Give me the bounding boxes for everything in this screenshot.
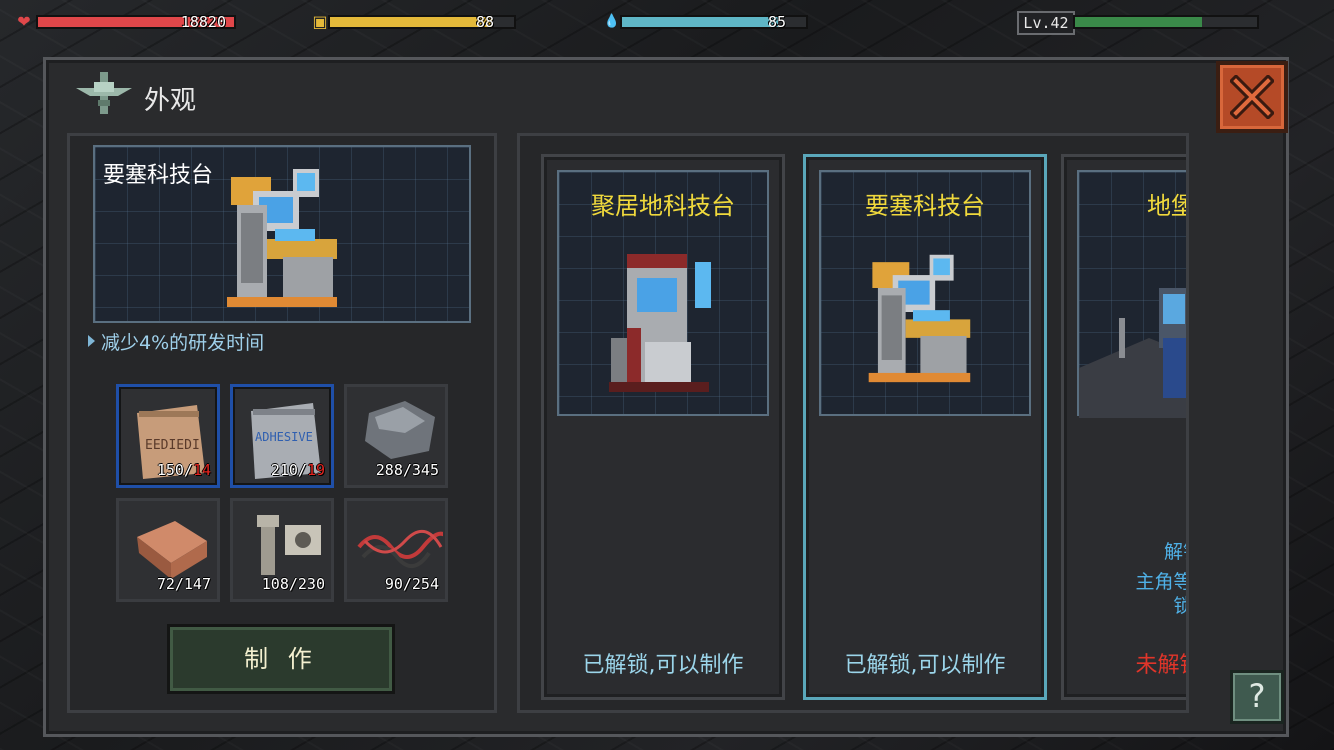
close-button[interactable] <box>1216 61 1288 133</box>
xp-bar <box>1073 15 1259 29</box>
help-button[interactable]: ? <box>1230 670 1284 724</box>
card-image: 地堡科 <box>1077 170 1186 418</box>
card-status: 已解锁,可以制作 <box>844 653 1006 678</box>
card-title: 地堡科 <box>1147 192 1186 220</box>
bonus-description: 减少4%的研发时间 <box>88 328 264 355</box>
resource-slot[interactable]: 108/230 <box>230 498 334 602</box>
craft-button[interactable]: 制 作 <box>167 624 395 694</box>
resource-count: 90/254 <box>384 575 439 593</box>
resource-slot[interactable]: 90/254 <box>344 498 448 602</box>
food-value: 88 <box>475 13 494 31</box>
arrow-right-icon <box>88 335 95 347</box>
card-status: 已解锁,可以制作 <box>582 653 744 678</box>
appearance-icon <box>76 72 132 114</box>
card-title: 聚居地科技台 <box>591 192 735 220</box>
selected-name: 要塞科技台 <box>103 163 214 188</box>
unlock-requirement: 解锁 主角等级达 锁 <box>1064 537 1186 616</box>
appearance-card-settlement[interactable]: 聚居地科技台 已解锁,可以制作 <box>541 154 785 700</box>
heart-icon: ❤ <box>17 12 31 31</box>
water-bar: 85 <box>620 13 808 31</box>
resource-slot[interactable]: 288/345 <box>344 384 448 488</box>
unlock-line: 主角等级达 <box>1135 571 1186 593</box>
food-bar: 88 <box>328 13 516 31</box>
svg-text:ADHESIVE: ADHESIVE <box>255 430 313 444</box>
level-label: Lv.42 <box>1017 11 1075 35</box>
card-status: 未解锁,无 <box>1135 653 1187 678</box>
card-image: 要塞科技台 <box>819 170 1031 416</box>
water-stat: 💧 85 <box>602 10 812 34</box>
resource-slot[interactable]: ADHESIVE 210/19 <box>230 384 334 488</box>
resource-count: 210/19 <box>270 461 325 479</box>
card-title: 要塞科技台 <box>865 192 985 220</box>
resource-slot[interactable]: EEDIEDI 150/14 <box>116 384 220 488</box>
bunker-tech-table-icon <box>1079 288 1186 418</box>
resource-count: 108/230 <box>261 575 325 593</box>
card-image: 聚居地科技台 <box>557 170 769 416</box>
selected-preview: 要塞科技台 <box>93 145 471 323</box>
unlock-line: 锁 <box>1064 597 1186 616</box>
health-bar: 18820 <box>36 13 236 31</box>
appearance-card-fortress[interactable]: 要塞科技台 已解锁,可以制作 <box>803 154 1047 700</box>
svg-text:EEDIEDI: EEDIEDI <box>145 438 200 453</box>
fortress-tech-table-icon <box>227 169 337 307</box>
unlock-line: 解锁 <box>1163 541 1186 563</box>
appearance-card-bunker[interactable]: 地堡科 解锁 主角等级达 锁 未解锁,无 <box>1061 154 1187 700</box>
bonus-text: 减少4%的研发时间 <box>101 332 265 354</box>
appearance-list: 聚居地科技台 已解锁,可以制作 要塞科技台 已解锁,可以制作 地 解 主角 未解 <box>517 133 1189 713</box>
burger-icon: ▣ <box>312 12 328 31</box>
food-stat: ▣ 88 <box>310 10 520 34</box>
health-stat: ❤ 18820 <box>14 10 236 34</box>
question-icon: ? <box>1248 677 1266 715</box>
settlement-tech-table-icon <box>609 254 711 392</box>
resource-count: 288/345 <box>375 461 439 479</box>
water-value: 85 <box>767 13 786 31</box>
resource-slot[interactable]: 72/147 <box>116 498 220 602</box>
close-icon <box>1230 75 1274 119</box>
resource-count: 72/147 <box>156 575 211 593</box>
fortress-tech-table-icon <box>868 254 971 383</box>
dialog-title: 外观 <box>144 86 197 116</box>
health-value: 18820 <box>180 13 226 31</box>
water-drop-icon: 💧 <box>603 14 621 29</box>
resource-count: 150/14 <box>156 461 211 479</box>
